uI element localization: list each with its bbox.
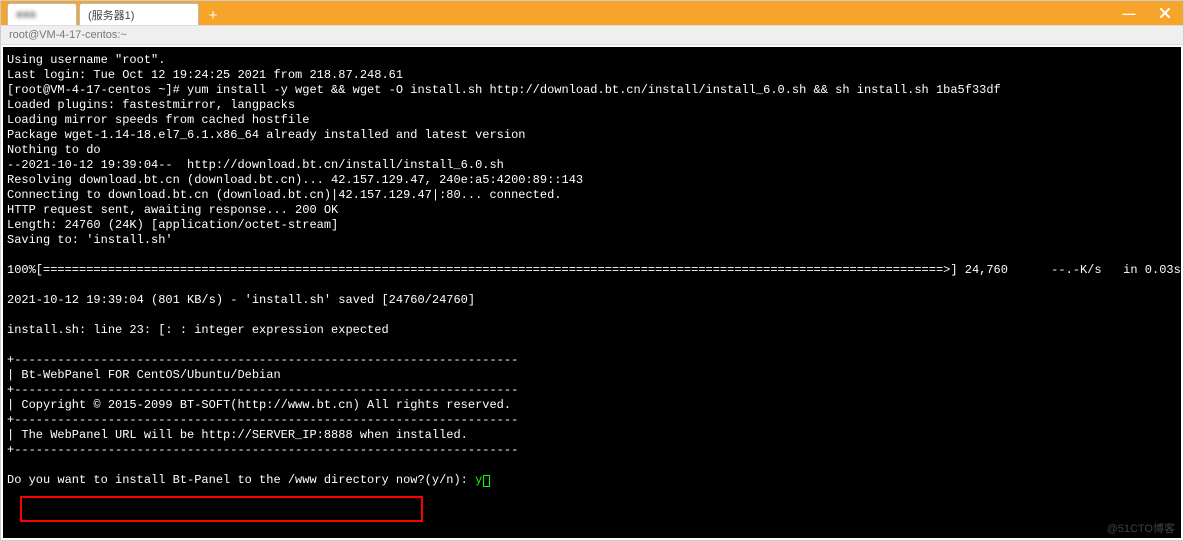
minimize-icon: — (1123, 6, 1136, 21)
window-controls: — (1111, 1, 1183, 25)
plus-icon: + (209, 7, 218, 24)
path-bar: root@VM-4-17-centos:~ (1, 25, 1183, 45)
title-bar: ■■■ (服务器1) + — (1, 1, 1183, 25)
close-icon (1160, 8, 1170, 18)
tab-inactive[interactable]: ■■■ (7, 3, 77, 25)
minimize-button[interactable]: — (1111, 1, 1147, 25)
tab-strip: ■■■ (服务器1) + (1, 1, 225, 25)
tab-active[interactable]: (服务器1) (79, 3, 199, 25)
close-button[interactable] (1147, 1, 1183, 25)
tab-inactive-label: ■■■ (16, 9, 36, 21)
app-window: ■■■ (服务器1) + — root@VM-4-17-centos:~ Usi… (0, 0, 1184, 541)
terminal-wrapper: Using username "root". Last login: Tue O… (1, 45, 1183, 540)
terminal[interactable]: Using username "root". Last login: Tue O… (3, 47, 1181, 538)
path-text: root@VM-4-17-centos:~ (9, 29, 127, 41)
tab-active-label: (服务器1) (88, 7, 134, 23)
add-tab-button[interactable]: + (201, 5, 225, 25)
watermark: @51CTO博客 (1107, 520, 1175, 536)
